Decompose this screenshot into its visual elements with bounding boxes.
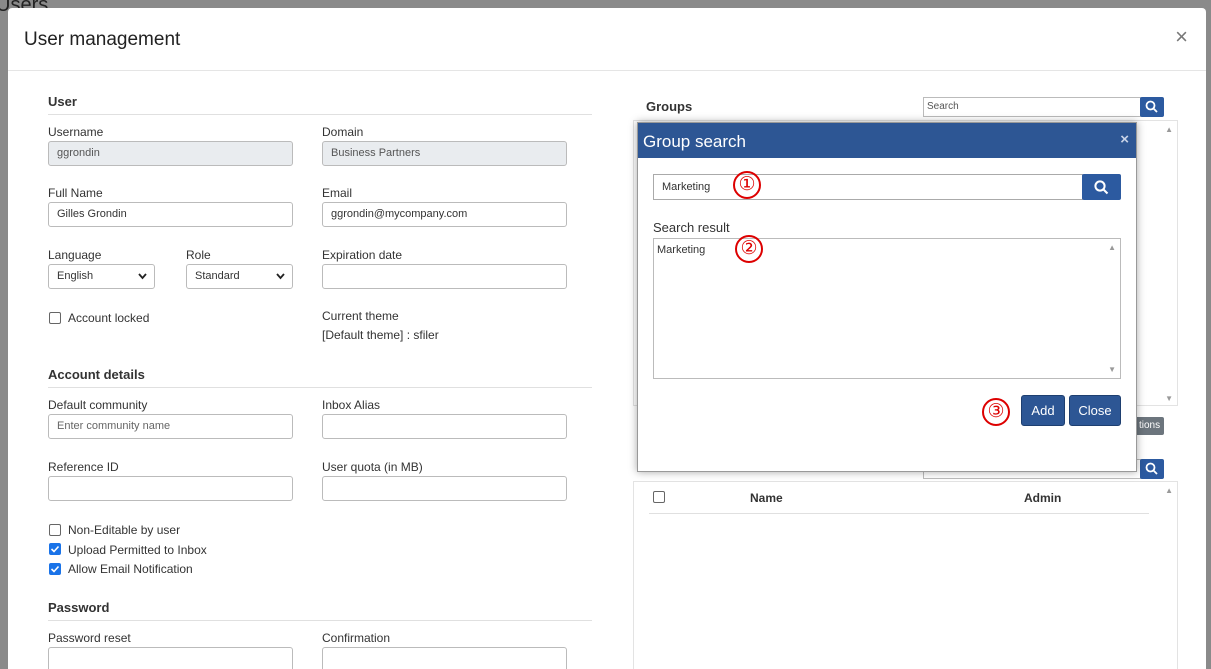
chevron-down-icon <box>137 266 148 295</box>
user-quota-label: User quota (in MB) <box>322 460 423 474</box>
account-details-title: Account details <box>48 367 145 382</box>
search-result-label: Search result <box>653 220 730 235</box>
default-community-label: Default community <box>48 398 148 412</box>
current-theme-label: Current theme <box>322 309 399 323</box>
callout-3: ③ <box>982 398 1010 426</box>
groups-search-button[interactable] <box>1140 97 1164 117</box>
non-editable-checkbox[interactable] <box>49 524 61 536</box>
search-result-item[interactable]: Marketing <box>657 244 705 256</box>
role-label: Role <box>186 248 211 262</box>
search-icon <box>1094 180 1109 195</box>
allow-email-notification-checkbox[interactable] <box>49 563 61 575</box>
chevron-down-icon <box>275 266 286 295</box>
account-locked-label: Account locked <box>68 311 150 325</box>
upload-permitted-label: Upload Permitted to Inbox <box>68 543 207 557</box>
search-icon <box>1145 462 1158 475</box>
modal-title: User management <box>24 29 181 50</box>
user-quota-field[interactable] <box>322 476 567 501</box>
domain-label: Domain <box>322 125 364 139</box>
email-field[interactable]: ggrondin@mycompany.com <box>322 202 567 227</box>
modal-header: User management × <box>8 8 1206 71</box>
lower-search-button[interactable] <box>1140 459 1164 479</box>
search-icon <box>1145 100 1158 113</box>
inbox-alias-field[interactable] <box>322 414 567 439</box>
current-theme-value: [Default theme] : sfiler <box>322 328 439 342</box>
scroll-down-icon[interactable]: ▼ <box>1165 394 1173 403</box>
role-select-value: Standard <box>195 270 240 282</box>
add-button[interactable]: Add <box>1021 395 1065 426</box>
expiration-date-field[interactable] <box>322 264 567 289</box>
user-section-divider <box>48 114 592 115</box>
modal-close-icon[interactable]: × <box>1175 26 1188 48</box>
group-search-dialog: Group search × Marketing Search result M… <box>637 122 1137 472</box>
inbox-alias-label: Inbox Alias <box>322 398 381 412</box>
table-header-divider <box>649 513 1149 514</box>
username-label: Username <box>48 125 104 139</box>
default-community-field[interactable]: Enter community name <box>48 414 293 439</box>
confirmation-field[interactable] <box>322 647 567 669</box>
fullname-label: Full Name <box>48 186 103 200</box>
groups-search-input[interactable]: Search <box>923 97 1141 117</box>
fullname-field[interactable]: Gilles Grondin <box>48 202 293 227</box>
language-select-value: English <box>57 270 94 282</box>
reference-id-label: Reference ID <box>48 460 119 474</box>
reference-id-field[interactable] <box>48 476 293 501</box>
select-all-checkbox[interactable] <box>653 491 665 503</box>
expiration-label: Expiration date <box>322 248 403 262</box>
groups-title: Groups <box>646 99 693 114</box>
dialog-close-icon[interactable]: × <box>1120 131 1129 148</box>
account-locked-checkbox[interactable] <box>49 312 61 324</box>
col-name-header[interactable]: Name <box>750 491 783 505</box>
members-table-panel: Name Admin ▲ <box>633 481 1178 669</box>
allow-email-notification-label: Allow Email Notification <box>68 562 193 576</box>
role-select[interactable]: Standard <box>186 264 293 289</box>
search-result-list[interactable]: Marketing ▲ ▼ <box>653 238 1121 379</box>
language-label: Language <box>48 248 102 262</box>
dialog-title: Group search <box>643 132 746 151</box>
password-section-divider <box>48 620 592 621</box>
close-button[interactable]: Close <box>1069 395 1121 426</box>
scroll-up-icon[interactable]: ▲ <box>1108 243 1116 252</box>
email-label: Email <box>322 186 353 200</box>
user-section-title: User <box>48 94 77 109</box>
account-section-divider <box>48 387 592 388</box>
group-search-button[interactable] <box>1082 174 1121 200</box>
scroll-up-icon[interactable]: ▲ <box>1165 486 1173 495</box>
scroll-up-icon[interactable]: ▲ <box>1165 125 1173 134</box>
upload-permitted-checkbox[interactable] <box>49 543 61 555</box>
callout-2: ② <box>735 235 763 263</box>
username-field[interactable]: ggrondin <box>48 141 293 166</box>
options-button[interactable]: tions <box>1135 417 1165 435</box>
domain-field[interactable]: Business Partners <box>322 141 567 166</box>
scroll-down-icon[interactable]: ▼ <box>1108 365 1116 374</box>
confirmation-label: Confirmation <box>322 631 391 645</box>
col-admin-header[interactable]: Admin <box>1024 491 1061 505</box>
group-search-input[interactable]: Marketing <box>653 174 1083 200</box>
non-editable-label: Non-Editable by user <box>68 523 181 537</box>
password-reset-field[interactable] <box>48 647 293 669</box>
password-section-title: Password <box>48 600 110 615</box>
language-select[interactable]: English <box>48 264 155 289</box>
callout-1: ① <box>733 171 761 199</box>
password-reset-label: Password reset <box>48 631 131 645</box>
dialog-header: Group search × <box>638 123 1136 158</box>
